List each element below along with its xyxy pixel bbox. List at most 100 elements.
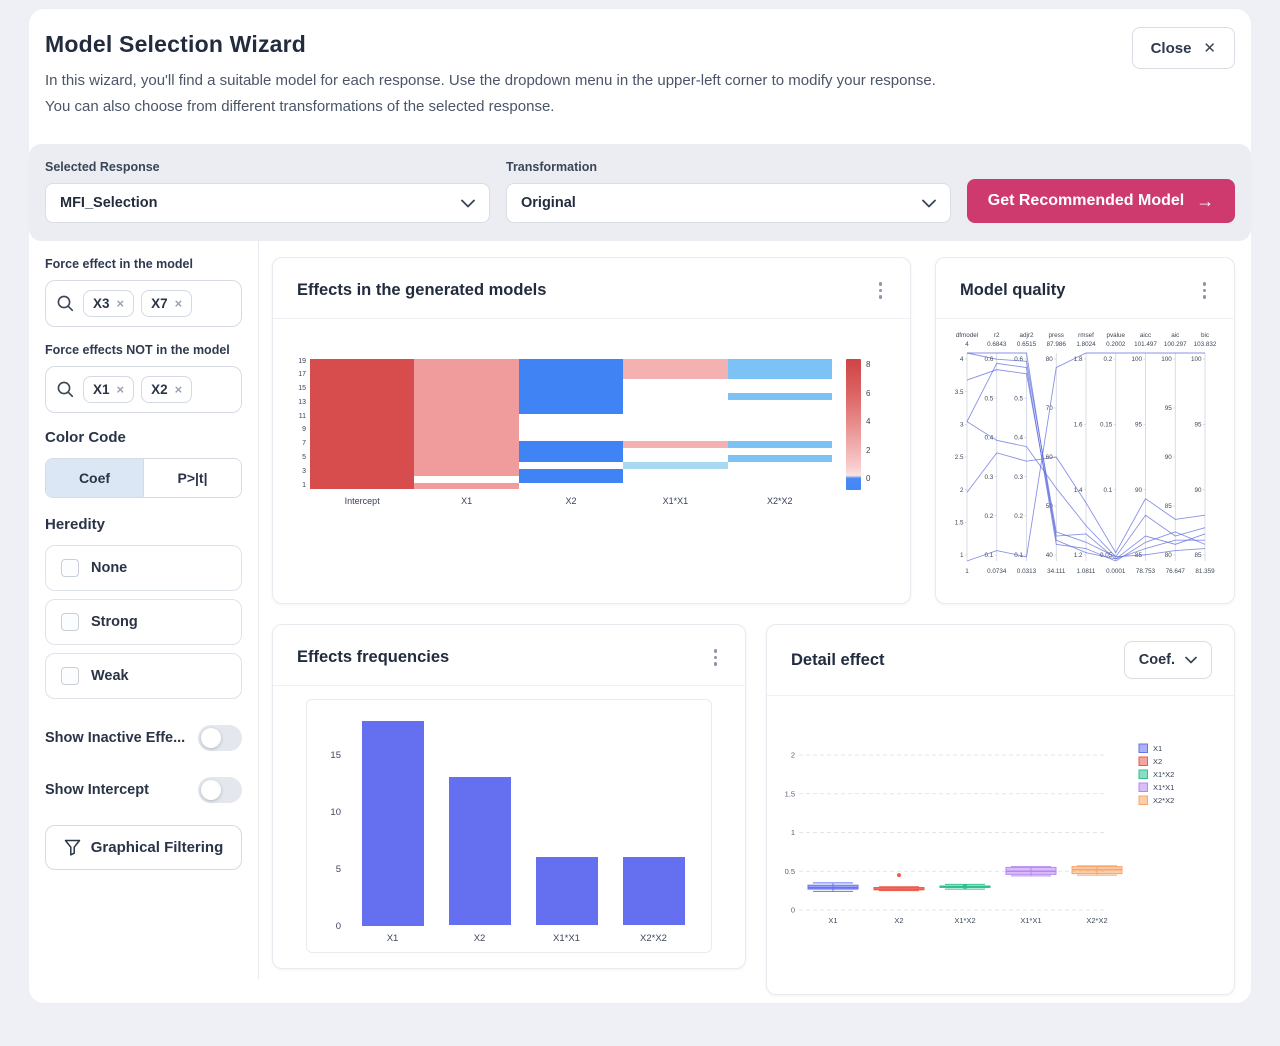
svg-text:90: 90 [1165,454,1173,461]
show-inactive-effects-row: Show Inactive Effe... [45,725,242,751]
chip-label: X7 [151,296,168,311]
checkbox-icon[interactable] [61,613,79,631]
checkbox-icon[interactable] [61,667,79,685]
effects-frequencies-bar-chart: 051015X1X2X1*X1X2*X2 [306,699,712,953]
force-in-chip-list: X3× X7 × [83,290,192,317]
heredity-option-none[interactable]: None [45,545,242,591]
model-quality-parallel-plot: dfmodel4143.532.521.51r20.68430.07340.60… [943,327,1227,583]
svg-text:78.753: 78.753 [1136,568,1156,575]
svg-text:100: 100 [1131,356,1142,363]
svg-text:0.2: 0.2 [984,513,993,520]
detail-effect-box-plot: 00.511.52X1X2X1*X2X1*X1X2*X2X1X2X1*X2X1*… [777,714,1225,952]
svg-text:4: 4 [965,341,969,348]
svg-text:0.2002: 0.2002 [1106,341,1126,348]
svg-text:95: 95 [1165,405,1173,412]
close-button[interactable]: Close ✕ [1132,27,1235,69]
svg-text:95: 95 [1135,421,1143,428]
svg-text:1.0811: 1.0811 [1077,568,1096,575]
force-in-search[interactable]: X3× X7 × [45,280,242,327]
heatmap-colorbar: 86420 [846,359,892,507]
svg-text:press: press [1049,332,1064,339]
heredity-option-weak[interactable]: Weak [45,653,242,699]
svg-text:0.6: 0.6 [1014,356,1023,363]
color-code-option-pt[interactable]: P>|t| [143,459,241,497]
get-recommended-model-button[interactable]: Get Recommended Model → [967,179,1235,223]
svg-text:80: 80 [1046,356,1054,363]
svg-text:80: 80 [1165,552,1173,559]
svg-text:0.2: 0.2 [1014,513,1023,520]
chip-remove-icon[interactable]: × [117,296,125,311]
svg-text:1: 1 [960,552,964,559]
page-description-line2: You can also choose from different trans… [45,94,1235,120]
kebab-menu-icon[interactable] [1197,278,1213,303]
chevron-down-icon [922,199,936,208]
svg-text:0.4: 0.4 [1014,434,1023,441]
heredity-label: Heredity [45,516,242,533]
show-inactive-effects-label: Show Inactive Effe... [45,730,185,746]
svg-text:0.3: 0.3 [984,473,993,480]
page-title: Model Selection Wizard [45,31,1235,58]
selected-response-select[interactable]: MFI_Selection [45,183,490,223]
svg-text:0.1: 0.1 [1103,486,1112,493]
svg-text:1.5: 1.5 [955,519,964,526]
svg-text:adjr2: adjr2 [1019,332,1034,339]
response-toolbar: Selected Response MFI_Selection Transfor… [29,144,1251,241]
bar-X2 [449,777,511,925]
chip-remove-icon[interactable]: × [175,296,183,311]
search-icon [56,294,75,313]
detail-effect-metric-select[interactable]: Coef. [1124,641,1212,679]
svg-text:0.6515: 0.6515 [1017,341,1037,348]
svg-text:X1*X2: X1*X2 [1153,770,1174,779]
svg-text:81.359: 81.359 [1195,568,1215,575]
force-out-search[interactable]: X1× X2× [45,366,242,413]
filter-chip[interactable]: X2× [141,376,192,403]
svg-text:2.5: 2.5 [955,454,964,461]
selected-response-value: MFI_Selection [60,195,158,211]
svg-text:0.5: 0.5 [1014,395,1023,402]
selected-response-field: Selected Response MFI_Selection [45,160,490,223]
chip-remove-icon[interactable]: × [117,382,125,397]
svg-text:r2: r2 [994,332,1000,339]
transformation-field: Transformation Original [506,160,951,223]
heredity-none-label: None [91,560,127,576]
svg-text:103.832: 103.832 [1194,341,1217,348]
color-code-option-coef[interactable]: Coef [46,459,143,497]
transformation-select[interactable]: Original [506,183,951,223]
show-inactive-effects-toggle[interactable] [198,725,242,751]
svg-text:X1*X1: X1*X1 [1153,783,1174,792]
svg-text:85: 85 [1194,552,1202,559]
selected-response-label: Selected Response [45,160,490,174]
filter-chip[interactable]: X7 × [141,290,192,317]
effects-heatmap: 191715131197531 InterceptX1X2X1*X1X2*X2 … [293,359,892,507]
model-quality-panel: Model quality dfmodel4143.532.521.51r20.… [935,257,1235,604]
checkbox-icon[interactable] [61,559,79,577]
arrow-right-icon: → [1196,192,1214,210]
svg-text:4: 4 [960,356,964,363]
svg-text:1: 1 [790,828,794,837]
svg-text:aicc: aicc [1140,332,1151,339]
kebab-menu-icon[interactable] [873,278,889,303]
svg-text:0.3: 0.3 [1014,473,1023,480]
svg-text:X2*X2: X2*X2 [1086,916,1107,925]
graphical-filtering-button[interactable]: Graphical Filtering [45,825,242,870]
panels-area: Effects in the generated models 19171513… [259,241,1251,979]
kebab-menu-icon[interactable] [708,645,724,670]
chip-remove-icon[interactable]: × [175,382,183,397]
heredity-option-strong[interactable]: Strong [45,599,242,645]
toggle-knob [201,780,221,800]
filter-chip[interactable]: X1× [83,376,134,403]
model-quality-title: Model quality [960,281,1065,300]
heatmap-grid [310,359,832,490]
show-intercept-toggle[interactable] [198,777,242,803]
heatmap-y-axis: 191715131197531 [293,359,310,507]
svg-text:0.5: 0.5 [784,867,794,876]
svg-text:X1*X1: X1*X1 [1020,916,1041,925]
force-out-label: Force effects NOT in the model [45,343,242,357]
force-out-chip-list: X1× X2× [83,376,192,403]
svg-text:dfmodel: dfmodel [956,332,978,339]
svg-text:1.2: 1.2 [1074,552,1083,559]
graphical-filtering-label: Graphical Filtering [91,839,224,856]
get-recommended-model-label: Get Recommended Model [988,192,1184,210]
filter-chip[interactable]: X3× [83,290,134,317]
svg-text:3: 3 [960,421,964,428]
